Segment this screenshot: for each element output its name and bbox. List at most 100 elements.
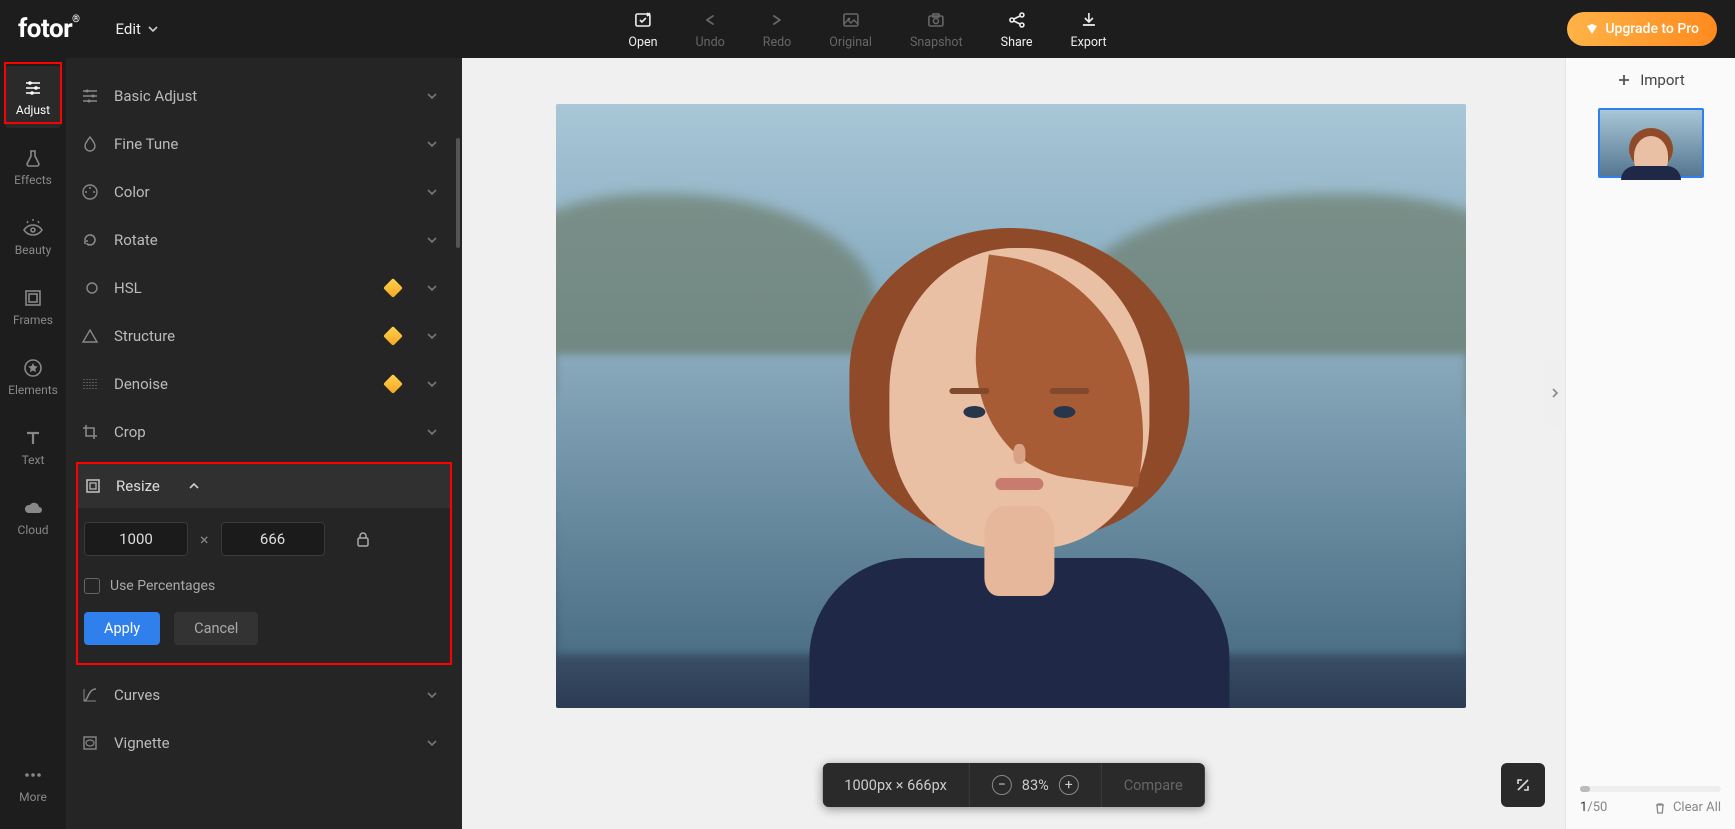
share-button[interactable]: Share	[1001, 9, 1033, 50]
pro-diamond-icon	[383, 374, 403, 394]
zoom-out-button[interactable]: −	[992, 775, 1012, 795]
panel-fine-tune[interactable]: Fine Tune	[66, 120, 462, 168]
zoom-controls: − 83% +	[970, 763, 1102, 807]
curves-icon	[80, 685, 100, 705]
diamond-icon	[1585, 22, 1599, 36]
rail-elements[interactable]: Elements	[5, 346, 61, 408]
checkbox-unchecked-icon[interactable]	[84, 578, 100, 594]
undo-button[interactable]: Undo	[696, 9, 725, 50]
upgrade-button[interactable]: Upgrade to Pro	[1567, 12, 1717, 46]
clear-all-button[interactable]: Clear All	[1653, 800, 1721, 815]
drop-icon	[80, 134, 100, 154]
panel-basic-adjust[interactable]: Basic Adjust	[66, 72, 462, 120]
times-symbol: ×	[200, 530, 209, 549]
chevron-down-icon	[426, 426, 438, 438]
panel-scrollbar[interactable]	[456, 138, 460, 248]
rail-beauty[interactable]: Beauty	[5, 206, 61, 268]
logo: fotor®	[18, 14, 80, 44]
redo-icon	[766, 9, 788, 31]
eye-icon	[22, 217, 44, 239]
compare-button[interactable]: Compare	[1102, 763, 1205, 807]
collapse-right-panel-button[interactable]	[1545, 360, 1565, 426]
hsl-icon	[80, 278, 100, 298]
share-icon	[1006, 9, 1028, 31]
snapshot-icon	[925, 9, 947, 31]
resize-header[interactable]: Resize	[78, 464, 450, 508]
chevron-down-icon	[147, 23, 159, 35]
frame-icon	[22, 287, 44, 309]
resize-icon	[84, 477, 102, 495]
more-icon	[22, 764, 44, 786]
edit-menu[interactable]: Edit	[116, 20, 159, 38]
open-icon	[632, 9, 654, 31]
chevron-down-icon	[426, 138, 438, 150]
palette-icon	[80, 182, 100, 202]
panel-color[interactable]: Color	[66, 168, 462, 216]
pro-diamond-icon	[383, 326, 403, 346]
chevron-down-icon	[426, 234, 438, 246]
snapshot-button[interactable]: Snapshot	[910, 9, 963, 50]
chevron-down-icon	[426, 378, 438, 390]
chevron-down-icon	[426, 90, 438, 102]
use-percentages-row[interactable]: Use Percentages	[84, 578, 444, 594]
import-button[interactable]: Import	[1566, 58, 1735, 102]
redo-button[interactable]: Redo	[763, 9, 792, 50]
canvas-bottom-bar: 1000px × 666px − 83% + Compare	[822, 763, 1204, 807]
triangle-icon	[80, 326, 100, 346]
chevron-down-icon	[426, 737, 438, 749]
canvas-image[interactable]	[556, 104, 1466, 708]
edit-menu-label: Edit	[116, 20, 141, 38]
chevron-up-icon	[188, 480, 200, 492]
left-rail: Adjust Effects Beauty Frames Elements Te…	[0, 58, 66, 829]
sliders-icon	[22, 77, 44, 99]
right-panel: Import 1/50 Clear All	[1565, 58, 1735, 829]
star-icon	[22, 357, 44, 379]
canvas-area: 1000px × 666px − 83% + Compare	[462, 58, 1565, 829]
panel-vignette[interactable]: Vignette	[66, 719, 462, 767]
thumbnail-scrollbar[interactable]	[1580, 786, 1721, 792]
panel-curves[interactable]: Curves	[66, 671, 462, 719]
panel-resize: Resize × Use Percentages Apply Cancel	[76, 462, 452, 665]
trash-icon	[1653, 801, 1667, 815]
dimensions-display: 1000px × 666px	[822, 763, 969, 807]
plus-icon	[1616, 72, 1632, 88]
panel-hsl[interactable]: HSL	[66, 264, 462, 312]
flask-icon	[22, 147, 44, 169]
denoise-icon	[80, 374, 100, 394]
rail-adjust[interactable]: Adjust	[5, 66, 61, 128]
panel-structure[interactable]: Structure	[66, 312, 462, 360]
rail-more[interactable]: More	[5, 753, 61, 815]
rail-text[interactable]: Text	[5, 416, 61, 478]
rail-cloud[interactable]: Cloud	[5, 486, 61, 548]
rail-effects[interactable]: Effects	[5, 136, 61, 198]
chevron-down-icon	[426, 689, 438, 701]
chevron-down-icon	[426, 186, 438, 198]
panel-denoise[interactable]: Denoise	[66, 360, 462, 408]
top-toolbar: Open Undo Redo Original Snapshot Share E…	[628, 9, 1106, 50]
adjust-panel: Basic Adjust Fine Tune Color Rotate HSL …	[66, 58, 462, 829]
export-button[interactable]: Export	[1071, 9, 1107, 50]
chevron-down-icon	[426, 282, 438, 294]
original-button[interactable]: Original	[829, 9, 872, 50]
app-header: fotor® Edit Open Undo Redo Original Snap…	[0, 0, 1735, 58]
image-count: 1/50	[1580, 800, 1607, 815]
lock-icon[interactable]	[355, 530, 371, 548]
panel-crop[interactable]: Crop	[66, 408, 462, 456]
resize-height-input[interactable]	[221, 522, 325, 556]
image-thumbnail[interactable]	[1598, 108, 1704, 178]
apply-button[interactable]: Apply	[84, 612, 160, 645]
pro-diamond-icon	[383, 278, 403, 298]
original-icon	[840, 9, 862, 31]
text-icon	[22, 427, 44, 449]
rotate-icon	[80, 230, 100, 250]
sliders-icon	[80, 86, 100, 106]
resize-width-input[interactable]	[84, 522, 188, 556]
cancel-button[interactable]: Cancel	[174, 612, 258, 645]
crop-icon	[80, 422, 100, 442]
zoom-in-button[interactable]: +	[1059, 775, 1079, 795]
open-button[interactable]: Open	[628, 9, 657, 50]
expand-canvas-button[interactable]	[1501, 763, 1545, 807]
rail-frames[interactable]: Frames	[5, 276, 61, 338]
panel-rotate[interactable]: Rotate	[66, 216, 462, 264]
vignette-icon	[80, 733, 100, 753]
